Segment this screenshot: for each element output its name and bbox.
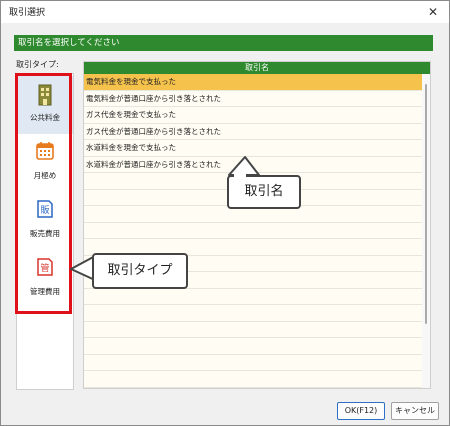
list-item-empty <box>84 355 422 371</box>
instruction-banner: 取引名を選択してください <box>14 35 433 51</box>
transaction-list: 取引名 電気料金を現金で支払った 電気料金が普通口座から引き落とされた ガス代金… <box>83 61 431 389</box>
type-item-utilities[interactable]: 公共料金 <box>17 76 73 134</box>
close-icon[interactable]: ✕ <box>423 2 443 22</box>
callout-transaction-type: 取引タイプ <box>92 253 188 289</box>
title-bar: 取引選択 ✕ <box>1 1 449 23</box>
type-item-label: 月極め <box>33 171 57 180</box>
type-item-monthly[interactable]: 月極め <box>17 134 73 192</box>
list-item[interactable]: ガス代金が普通口座から引き落とされた <box>84 124 422 140</box>
list-rows: 電気料金を現金で支払った 電気料金が普通口座から引き落とされた ガス代金を現金で… <box>84 74 422 389</box>
dialog-window: 取引選択 ✕ 取引名を選択してください 取引タイプ: 公共料金 月極め 販 販売… <box>0 0 450 426</box>
type-item-sales-expense[interactable]: 販 販売費用 <box>17 192 73 250</box>
list-item-empty <box>84 338 422 355</box>
window-title: 取引選択 <box>9 8 46 18</box>
type-item-label: 管理費用 <box>30 287 60 296</box>
list-header: 取引名 <box>84 62 430 74</box>
calendar-icon <box>36 142 54 162</box>
ok-button[interactable]: OK(F12) <box>337 402 385 420</box>
type-item-admin-expense[interactable]: 管 管理費用 <box>17 250 73 308</box>
type-item-label: 販売費用 <box>30 229 60 238</box>
list-item[interactable]: ガス代金を現金で支払った <box>84 107 422 124</box>
list-item[interactable]: 電気料金を現金で支払った <box>84 74 422 91</box>
svg-text:販: 販 <box>40 204 49 216</box>
list-item-empty <box>84 371 422 388</box>
scrollbar-thumb[interactable] <box>425 84 427 324</box>
type-list-label: 取引タイプ: <box>16 60 59 69</box>
type-item-label: 公共料金 <box>30 113 60 122</box>
building-icon <box>37 84 53 108</box>
vertical-scrollbar[interactable] <box>422 74 430 388</box>
callout-pointer-cover <box>234 172 246 178</box>
cancel-button[interactable]: キャンセル <box>391 402 439 420</box>
list-item-empty <box>84 388 422 389</box>
list-item-empty <box>84 322 422 338</box>
list-item-empty <box>84 305 422 322</box>
type-list: 公共料金 月極め 販 販売費用 管 管理費用 <box>16 73 74 390</box>
svg-text:管: 管 <box>40 262 49 274</box>
sales-expense-icon: 販 <box>36 200 54 220</box>
list-item[interactable]: 電気料金が普通口座から引き落とされた <box>84 91 422 107</box>
list-item-empty <box>84 223 422 239</box>
admin-expense-icon: 管 <box>36 258 54 278</box>
list-item-empty <box>84 289 422 305</box>
